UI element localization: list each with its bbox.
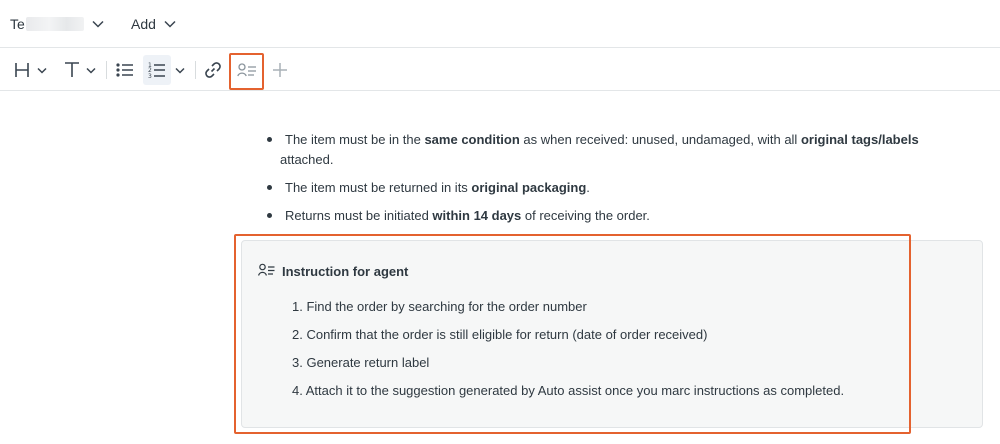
numbered-list-icon: 1 2 3 bbox=[148, 61, 166, 79]
chevron-down-icon bbox=[175, 67, 185, 74]
bullet-list-button[interactable] bbox=[112, 55, 138, 85]
heading-icon bbox=[13, 61, 31, 79]
heading-button[interactable] bbox=[10, 55, 50, 85]
agent-instruction-block-highlight bbox=[234, 234, 911, 434]
text-style-icon bbox=[64, 61, 80, 79]
menu-first-label: Te bbox=[10, 16, 25, 32]
list-item: The item must be in the same condition a… bbox=[263, 130, 963, 170]
plus-icon bbox=[272, 62, 288, 78]
list-item: The item must be returned in its origina… bbox=[263, 178, 963, 198]
chevron-down-icon bbox=[37, 67, 47, 74]
link-icon bbox=[204, 61, 222, 79]
menu-bar: Te Add bbox=[0, 0, 1000, 48]
svg-text:3: 3 bbox=[148, 73, 152, 79]
list-item: Returns must be initiated within 14 days… bbox=[263, 206, 963, 226]
text-style-button[interactable] bbox=[60, 55, 100, 85]
link-button[interactable] bbox=[200, 55, 226, 85]
add-block-button[interactable] bbox=[268, 55, 292, 85]
menu-add-label: Add bbox=[131, 16, 156, 32]
toolbar-divider bbox=[106, 61, 107, 79]
chevron-down-icon bbox=[92, 20, 104, 28]
bullet-list-icon bbox=[116, 62, 134, 78]
toolbar-divider bbox=[195, 61, 196, 79]
chevron-down-icon bbox=[86, 67, 96, 74]
numbered-list-options-button[interactable] bbox=[171, 55, 189, 85]
policy-bullet-list: The item must be in the same condition a… bbox=[263, 130, 963, 234]
numbered-list-button[interactable]: 1 2 3 bbox=[143, 55, 171, 85]
menu-first-dropdown[interactable]: Te bbox=[10, 13, 104, 35]
redacted-text bbox=[25, 17, 84, 31]
menu-add-dropdown[interactable]: Add bbox=[131, 13, 176, 35]
agent-instruction-button-highlight bbox=[229, 53, 264, 90]
editor-toolbar: 1 2 3 bbox=[0, 49, 1000, 91]
chevron-down-icon bbox=[164, 20, 176, 28]
